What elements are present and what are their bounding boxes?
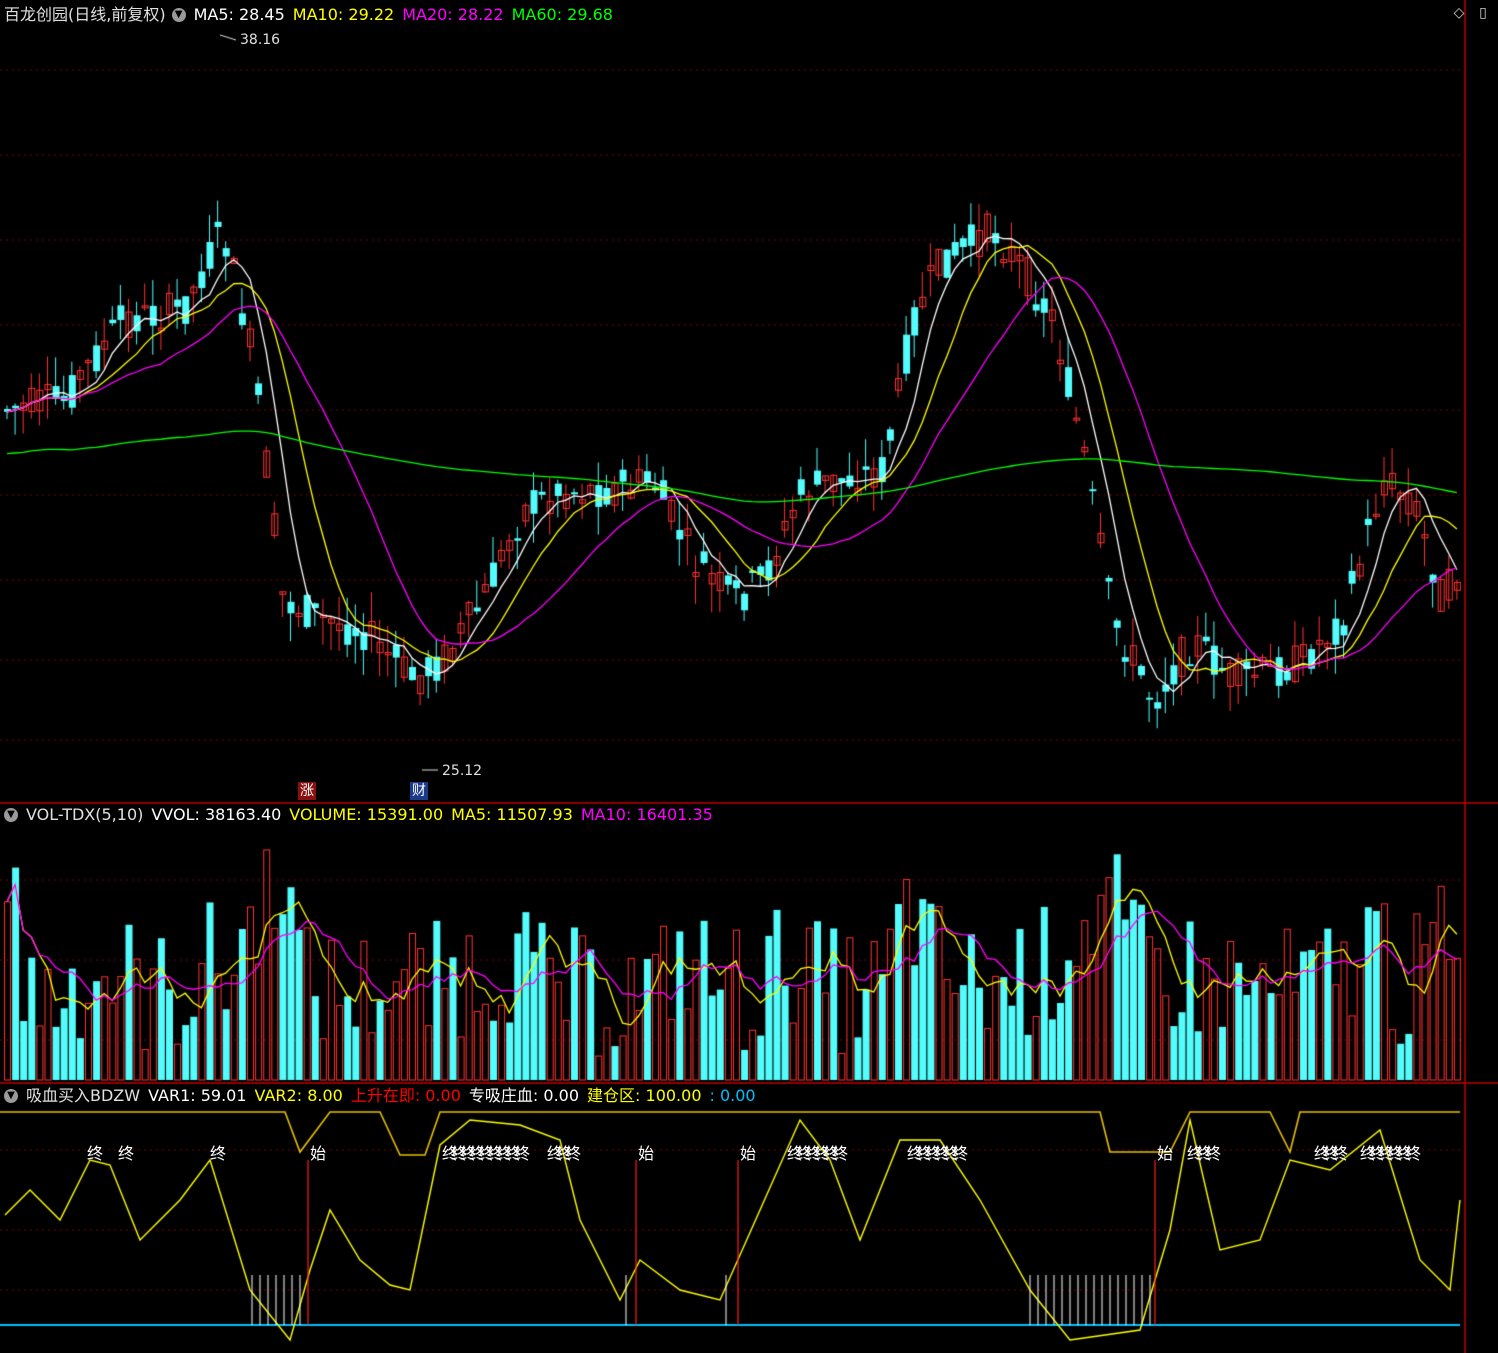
diamond-icon[interactable]: ◇ <box>1452 6 1466 20</box>
ma20-label: MA20: 28.22 <box>402 5 504 24</box>
vvol-label: VVOL: 38163.40 <box>151 805 282 824</box>
signal-end-label: 终 <box>1332 1144 1349 1163</box>
absorb-label: 专吸庄血: 0.00 <box>468 1086 580 1105</box>
volume-panel-title[interactable]: VOL-TDX(5,10) <box>26 805 143 825</box>
signal-end-label: 终 <box>832 1144 849 1163</box>
volume-dropdown-icon[interactable]: ▼ <box>4 808 18 822</box>
var2-label: VAR2: 8.00 <box>254 1086 343 1105</box>
ma5-label: MA5: 28.45 <box>193 5 285 24</box>
vol-ma5-label: MA5: 11507.93 <box>451 805 573 824</box>
ma60-label: MA60: 29.68 <box>511 5 613 24</box>
indicator-dropdown-icon[interactable]: ▼ <box>4 1089 18 1103</box>
signal-end-label: 终 <box>514 1144 531 1163</box>
window-restore-icon[interactable]: ▯ <box>1476 6 1490 20</box>
main-panel-dropdown-icon[interactable]: ▼ <box>171 8 186 22</box>
signal-start-label: 始 <box>638 1144 655 1163</box>
volume-panel-header: ▼ VOL-TDX(5,10) VVOL: 38163.40 VOLUME: 1… <box>4 805 721 825</box>
signal-end-label: 终 <box>118 1144 135 1163</box>
signal-start-label: 始 <box>310 1144 327 1163</box>
signal-start-label: 始 <box>740 1144 757 1163</box>
main-panel-header: 百龙创园(日线,前复权) ▼ MA5: 28.45 MA10: 29.22 MA… <box>4 5 621 25</box>
signal-end-label: 终 <box>1405 1144 1422 1163</box>
low-price-label: 25.12 <box>442 763 483 779</box>
vol-ma10-label: MA10: 16401.35 <box>580 805 713 824</box>
rising-soon-label: 上升在即: 0.00 <box>350 1086 461 1105</box>
ma10-label: MA10: 29.22 <box>292 5 395 24</box>
var1-label: VAR1: 59.01 <box>148 1086 247 1105</box>
indicator-panel-header: ▼ 吸血买入BDZW VAR1: 59.01 VAR2: 8.00 上升在即: … <box>4 1086 764 1106</box>
cai-marker[interactable]: 财 <box>410 782 428 800</box>
zhang-marker[interactable]: 涨 <box>298 782 316 800</box>
signal-end-label: 终 <box>952 1144 969 1163</box>
high-price-label: 38.16 <box>240 32 281 48</box>
build-zone-label: 建仓区: 100.00 <box>587 1086 702 1105</box>
extra-value-label: : 0.00 <box>709 1086 756 1105</box>
signal-end-label: 终 <box>210 1144 227 1163</box>
main-panel-title[interactable]: 百龙创园(日线,前复权) <box>4 5 166 25</box>
signal-end-label: 终 <box>1205 1144 1222 1163</box>
volume-label: VOLUME: 15391.00 <box>289 805 444 824</box>
indicator-panel-title[interactable]: 吸血买入BDZW <box>26 1086 140 1106</box>
signal-end-label: 终 <box>87 1144 104 1163</box>
signal-end-label: 终 <box>565 1144 582 1163</box>
signal-start-label: 始 <box>1157 1144 1174 1163</box>
